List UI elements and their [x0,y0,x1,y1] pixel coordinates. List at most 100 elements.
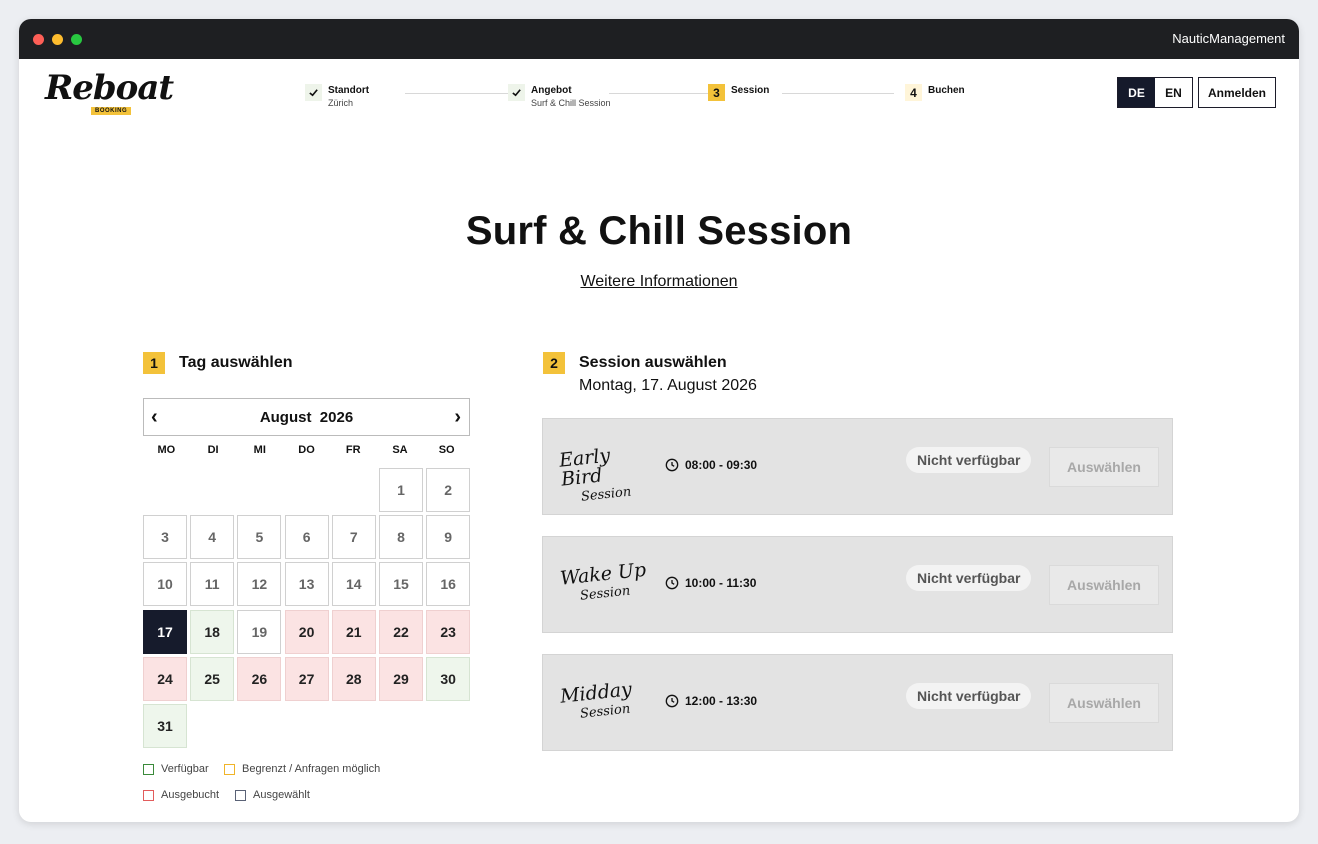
step-number: 4 [905,84,922,101]
step-subtitle: Surf & Chill Session [531,98,611,108]
calendar-day-25[interactable]: 25 [190,656,235,701]
calendar-day-20[interactable]: 20 [284,609,329,654]
window-title: NauticManagement [1172,31,1285,46]
calendar-day-8: 8 [379,515,423,560]
calendar-day-23[interactable]: 23 [426,609,471,654]
calendar-day-11: 11 [190,562,235,607]
more-info-link[interactable]: Weitere Informationen [580,273,737,290]
chevron-right-icon[interactable]: › [454,406,461,428]
weekday-label: DI [207,444,219,456]
session-name: Early Bird Session [558,442,653,508]
legend-item: Verfügbar [143,763,209,775]
calendar-day-26[interactable]: 26 [237,656,282,701]
section-title: Tag auswählen [179,354,293,371]
step-buchen[interactable]: 4 Buchen [905,84,965,101]
session-time-label: 08:00 - 09:30 [685,458,758,472]
section-title: Session auswählen [579,354,727,371]
weekday-label: FR [345,444,361,456]
select-session-button[interactable]: Auswählen [1049,683,1159,723]
check-icon [508,84,525,101]
lang-de-button[interactable]: DE [1118,78,1155,107]
clock-icon [665,458,679,472]
calendar-day-30[interactable]: 30 [426,656,471,701]
calendar-day-15: 15 [379,562,423,607]
calendar-day-24[interactable]: 24 [143,656,187,701]
login-button[interactable]: Anmelden [1198,77,1276,108]
calendar-day-4: 4 [190,515,235,560]
selected-date: Montag, 17. August 2026 [579,377,757,394]
session-name: Midday Session [559,678,652,725]
select-session-button[interactable]: Auswählen [1049,447,1159,487]
calendar-day-27[interactable]: 27 [284,656,329,701]
legend-label: Ausgewählt [253,789,310,801]
chevron-left-icon[interactable]: ‹ [151,406,158,428]
calendar-weekdays: MO DI MI DO FR SA SO [143,444,470,456]
legend-swatch [235,789,246,801]
select-session-button[interactable]: Auswählen [1049,565,1159,605]
session-time: 12:00 - 13:30 [665,694,757,708]
section-number: 2 [543,352,565,374]
clock-icon [665,576,679,590]
calendar-day-13: 13 [284,562,329,607]
calendar-day-3: 3 [143,515,187,560]
logo-badge: BOOKING [91,107,132,115]
close-window-button[interactable] [33,34,44,45]
calendar-day-18[interactable]: 18 [190,609,235,654]
legend-label: Verfügbar [161,763,209,775]
calendar-day-1: 1 [379,468,423,512]
legend-swatch [143,789,154,801]
browser-window: NauticManagement Reboat BOOKING Standort… [19,19,1299,822]
status-badge: Nicht verfügbar [906,683,1032,709]
day-section-header: 1 Tag auswählen [143,352,293,374]
calendar-day-28[interactable]: 28 [331,656,376,701]
legend-item: Begrenzt / Anfragen möglich [224,763,380,775]
session-name: Wake Up Session [559,559,652,607]
minimize-window-button[interactable] [52,34,63,45]
calendar-month-label: August 2026 [259,408,354,426]
title-bar: NauticManagement [19,19,1299,59]
clock-icon [665,694,679,708]
session-time: 10:00 - 11:30 [665,576,756,590]
calendar-day-29[interactable]: 29 [379,656,423,701]
step-subtitle: Zürich [328,98,354,108]
calendar-day-21[interactable]: 21 [331,609,376,654]
calendar-day-19: 19 [237,609,282,654]
session-name-line1: Early Bird [558,444,612,491]
status-badge: Nicht verfügbar [906,447,1032,473]
session-time-label: 10:00 - 11:30 [685,576,757,590]
step-title: Standort [328,85,370,96]
maximize-window-button[interactable] [71,34,82,45]
logo-text: Reboat [45,68,174,108]
weekday-label: SA [392,444,408,456]
step-session[interactable]: 3 Session [708,84,769,101]
session-time-label: 12:00 - 13:30 [685,694,758,708]
calendar-day-5: 5 [237,515,282,560]
legend-label: Ausgebucht [161,789,220,801]
step-angebot[interactable]: Angebot Surf & Chill Session [508,84,611,110]
calendar-day-31[interactable]: 31 [143,704,187,748]
legend-item: Ausgewählt [235,789,310,801]
step-title: Session [731,85,770,96]
calendar-day-22[interactable]: 22 [379,609,423,654]
language-switcher: DE EN [1117,77,1193,108]
reboat-logo[interactable]: Reboat BOOKING [45,68,174,119]
legend-item: Ausgebucht [143,789,219,801]
session-card: Wake Up Session 10:00 - 11:30 Nicht verf… [542,536,1173,633]
step-standort[interactable]: Standort Zürich [305,84,369,110]
booking-stepper: Standort Zürich Angebot Surf & Chill Ses… [305,84,985,114]
lang-en-button[interactable]: EN [1155,78,1192,107]
weekday-label: MO [157,444,176,456]
session-card: Early Bird Session 08:00 - 09:30 Nicht v… [542,418,1173,515]
step-title: Angebot [531,85,572,96]
status-badge: Nicht verfügbar [906,565,1032,591]
page-title: Surf & Chill Session [465,209,853,253]
step-title: Buchen [928,85,965,96]
legend-swatch [143,763,154,775]
session-section-header: 2 Session auswählen [543,352,727,374]
calendar-day-6: 6 [284,515,329,560]
calendar-day-17[interactable]: 17 [143,609,187,654]
step-number: 3 [708,84,725,101]
legend-swatch [224,763,235,775]
booking-page: Reboat BOOKING Standort Zürich Angebot S… [19,59,1299,822]
legend-label: Begrenzt / Anfragen möglich [242,763,381,775]
